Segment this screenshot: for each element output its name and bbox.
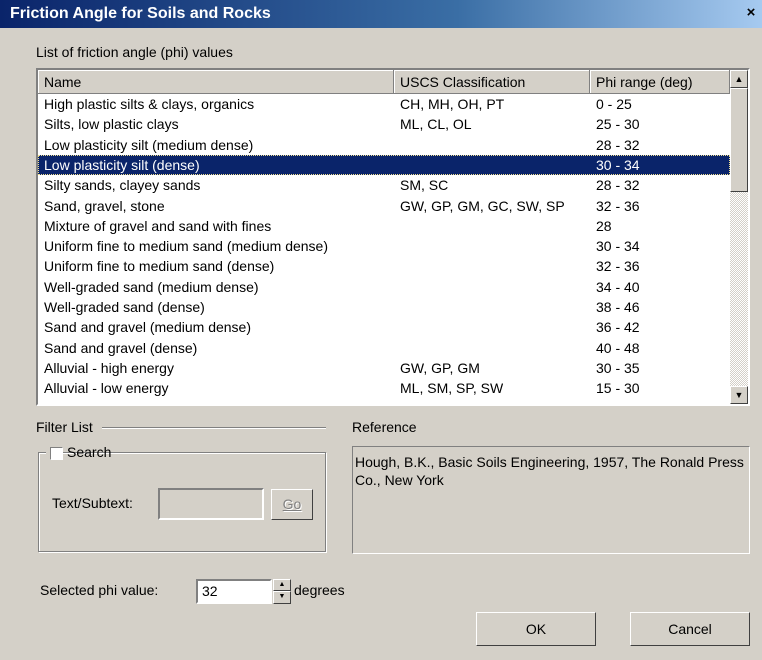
row-uscs: ML, SM, SP, SW — [400, 380, 504, 397]
row-name: Sand and gravel (dense) — [44, 339, 198, 356]
row-name: Uniform fine to medium sand (medium dens… — [44, 238, 329, 255]
table-row[interactable]: Low plasticity silt (dense) 30 - 34 — [38, 154, 730, 175]
close-icon[interactable]: × — [742, 4, 760, 22]
table-row[interactable]: Silty sands, clayey sands SM, SC 28 - 32 — [38, 175, 730, 195]
friction-list[interactable]: Name USCS Classification Phi range (deg)… — [36, 68, 750, 406]
title-bar[interactable]: Friction Angle for Soils and Rocks × — [0, 0, 762, 28]
search-option[interactable]: Search — [46, 444, 111, 462]
row-phi: 28 - 32 — [596, 136, 640, 153]
row-uscs: GW, GP, GM, GC, SW, SP — [400, 197, 565, 214]
row-phi: 38 - 46 — [596, 299, 640, 315]
column-header-name[interactable]: Name — [38, 70, 394, 94]
row-phi: 30 - 34 — [596, 156, 640, 173]
row-name: Sand, gravel, stone — [44, 197, 165, 214]
table-row[interactable]: Alluvial - low energy ML, SM, SP, SW 15 - … — [38, 378, 730, 398]
row-name: Uniform fine to medium sand (dense) — [44, 258, 275, 275]
row-name: Silty sands, clayey sands — [44, 177, 201, 194]
row-phi: 30 - 34 — [596, 238, 640, 255]
window-title: Friction Angle for Soils and Rocks — [10, 5, 271, 22]
row-uscs: GW, GP, GM — [400, 359, 480, 376]
row-name: Silts, low plastic clays — [44, 116, 179, 133]
list-label: List of friction angle (phi) values — [36, 44, 233, 60]
table-row[interactable]: Low plasticity silt (medium dense) 28 - 3… — [38, 135, 730, 155]
reference-label: Reference — [352, 419, 417, 435]
table-row[interactable]: Uniform fine to medium sand (medium dens… — [38, 236, 730, 256]
row-name: Low plasticity silt (medium dense) — [44, 136, 254, 153]
search-checkbox[interactable] — [50, 447, 63, 460]
text-subtext-label: Text/Subtext: — [52, 495, 133, 511]
reference-text: Hough, B.K., Basic Soils Engineering, 19… — [352, 446, 750, 554]
row-name: Sand and gravel (medium dense) — [44, 319, 252, 336]
row-name: Alluvial - high energy — [44, 359, 174, 376]
table-row[interactable]: Well-graded sand (dense) 38 - 46 — [38, 297, 730, 317]
table-row[interactable]: Silts, low plastic clays ML, CL, OL 25 - 3… — [38, 114, 730, 134]
scroll-thumb[interactable] — [730, 88, 748, 192]
row-name: Well-graded sand (dense) — [44, 299, 205, 315]
filter-list-label: Filter List — [36, 419, 93, 435]
table-row[interactable]: Uniform fine to medium sand (dense) 32 - … — [38, 256, 730, 276]
table-row[interactable]: Well-graded sand (medium dense) 34 - 40 — [38, 277, 730, 297]
ok-button[interactable]: OK — [476, 612, 596, 646]
spin-down-icon[interactable]: ▼ — [273, 591, 291, 604]
row-phi: 40 - 48 — [596, 339, 640, 356]
row-name: Alluvial - low energy — [44, 380, 169, 397]
phi-value-input[interactable]: 32 — [196, 579, 272, 604]
text-subtext-input[interactable] — [158, 488, 264, 520]
row-phi: 15 - 30 — [596, 380, 640, 397]
table-row[interactable]: Alluvial - high energy GW, GP, GM 30 - 35 — [38, 358, 730, 378]
table-row[interactable]: Sand and gravel (medium dense) 36 - 42 — [38, 317, 730, 337]
row-phi: 36 - 42 — [596, 319, 640, 336]
table-row[interactable]: Sand and gravel (dense) 40 - 48 — [38, 338, 730, 358]
table-row[interactable]: Sand, gravel, stone GW, GP, GM, GC, SW, S… — [38, 196, 730, 216]
search-label: Search — [67, 444, 112, 460]
filter-divider — [102, 427, 326, 429]
row-name: Mixture of gravel and sand with fines — [44, 217, 272, 234]
list-scrollbar[interactable]: ▲ ▼ — [730, 70, 748, 404]
scroll-down-icon[interactable]: ▼ — [730, 386, 748, 404]
phi-unit-label: degrees — [294, 582, 345, 598]
row-phi: 28 - 32 — [596, 177, 640, 194]
row-name: Low plasticity silt (dense) — [44, 156, 200, 173]
row-phi: 0 - 25 — [596, 96, 632, 112]
row-uscs: ML, CL, OL — [400, 116, 472, 133]
table-row[interactable]: Mixture of gravel and sand with fines 28 — [38, 216, 730, 236]
row-name: High plastic silts & clays, organics — [44, 96, 255, 112]
table-row[interactable]: High plastic silts & clays, organics CH, … — [38, 94, 730, 114]
row-name: Well-graded sand (medium dense) — [44, 278, 259, 295]
row-phi: 32 - 36 — [596, 258, 640, 275]
column-header-phi[interactable]: Phi range (deg) — [590, 70, 730, 94]
row-uscs: SM, SC — [400, 177, 449, 194]
row-phi: 25 - 30 — [596, 116, 640, 133]
phi-spinner[interactable]: ▲ ▼ — [273, 579, 291, 604]
spin-up-icon[interactable]: ▲ — [273, 579, 291, 591]
row-phi: 34 - 40 — [596, 278, 640, 295]
phi-value-label: Selected phi value: — [40, 582, 159, 598]
cancel-button[interactable]: Cancel — [630, 612, 750, 646]
column-header-uscs[interactable]: USCS Classification — [394, 70, 590, 94]
scroll-up-icon[interactable]: ▲ — [730, 70, 748, 88]
row-uscs: CH, MH, OH, PT — [400, 96, 505, 112]
row-phi: 30 - 35 — [596, 359, 640, 376]
row-phi: 32 - 36 — [596, 197, 640, 214]
go-button[interactable]: Go — [271, 489, 313, 520]
row-phi: 28 — [596, 217, 612, 234]
